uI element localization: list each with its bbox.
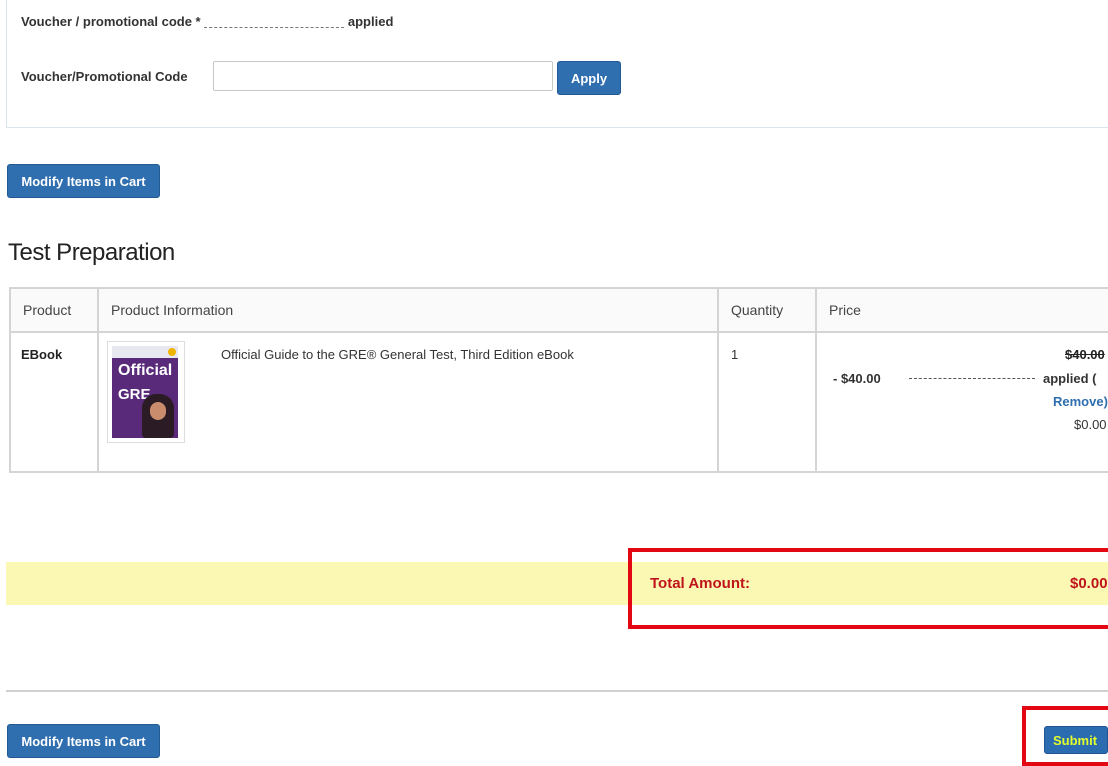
discount-leader-line <box>909 378 1035 379</box>
final-price: $0.00 <box>1074 417 1107 432</box>
voucher-code-input[interactable] <box>213 61 553 91</box>
apply-button[interactable]: Apply <box>557 61 621 95</box>
table-header-row: Product Product Information Quantity Pri… <box>10 288 1108 333</box>
header-quantity: Quantity <box>718 288 817 333</box>
voucher-field-label: Voucher/Promotional Code <box>21 69 188 84</box>
book-cover-image: Official GRE <box>107 341 185 443</box>
discount-amount: - $40.00 <box>833 371 881 386</box>
voucher-applied-suffix: applied <box>347 14 394 29</box>
product-info-text: Official Guide to the GRE® General Test,… <box>221 347 574 362</box>
applied-text: applied ( <box>1043 371 1097 386</box>
cover-title-line1: Official <box>118 362 173 379</box>
voucher-applied-prefix: Voucher / promotional code * <box>21 14 201 29</box>
section-title: Test Preparation <box>8 239 175 266</box>
cell-price: - $40.00 $40.00 applied ( Remove) $0.00 <box>816 332 1108 472</box>
header-price: Price <box>816 288 1108 333</box>
cell-product: EBook <box>10 332 99 472</box>
modify-items-button-top[interactable]: Modify Items in Cart <box>7 164 160 198</box>
table-row: EBook Official GRE Official Guide to the… <box>10 332 1108 472</box>
quantity-value: 1 <box>731 347 739 362</box>
original-price: $40.00 <box>1065 347 1105 362</box>
cell-quantity: 1 <box>718 332 817 472</box>
remove-link[interactable]: Remove) <box>1053 394 1108 409</box>
header-product-information: Product Information <box>98 288 719 333</box>
header-product: Product <box>10 288 99 333</box>
cell-product-information: Official GRE Official Guide to the GRE® … <box>98 332 719 472</box>
modify-items-button-bottom[interactable]: Modify Items in Cart <box>7 724 160 758</box>
total-highlight-box <box>628 548 1108 629</box>
voucher-applied-message: Voucher / promotional code * applied <box>21 14 393 29</box>
product-type: EBook <box>21 347 63 362</box>
voucher-applied-code <box>204 17 345 29</box>
cart-table: Product Product Information Quantity Pri… <box>9 287 1108 473</box>
submit-highlight-box <box>1022 706 1108 766</box>
footer-divider <box>6 690 1108 692</box>
